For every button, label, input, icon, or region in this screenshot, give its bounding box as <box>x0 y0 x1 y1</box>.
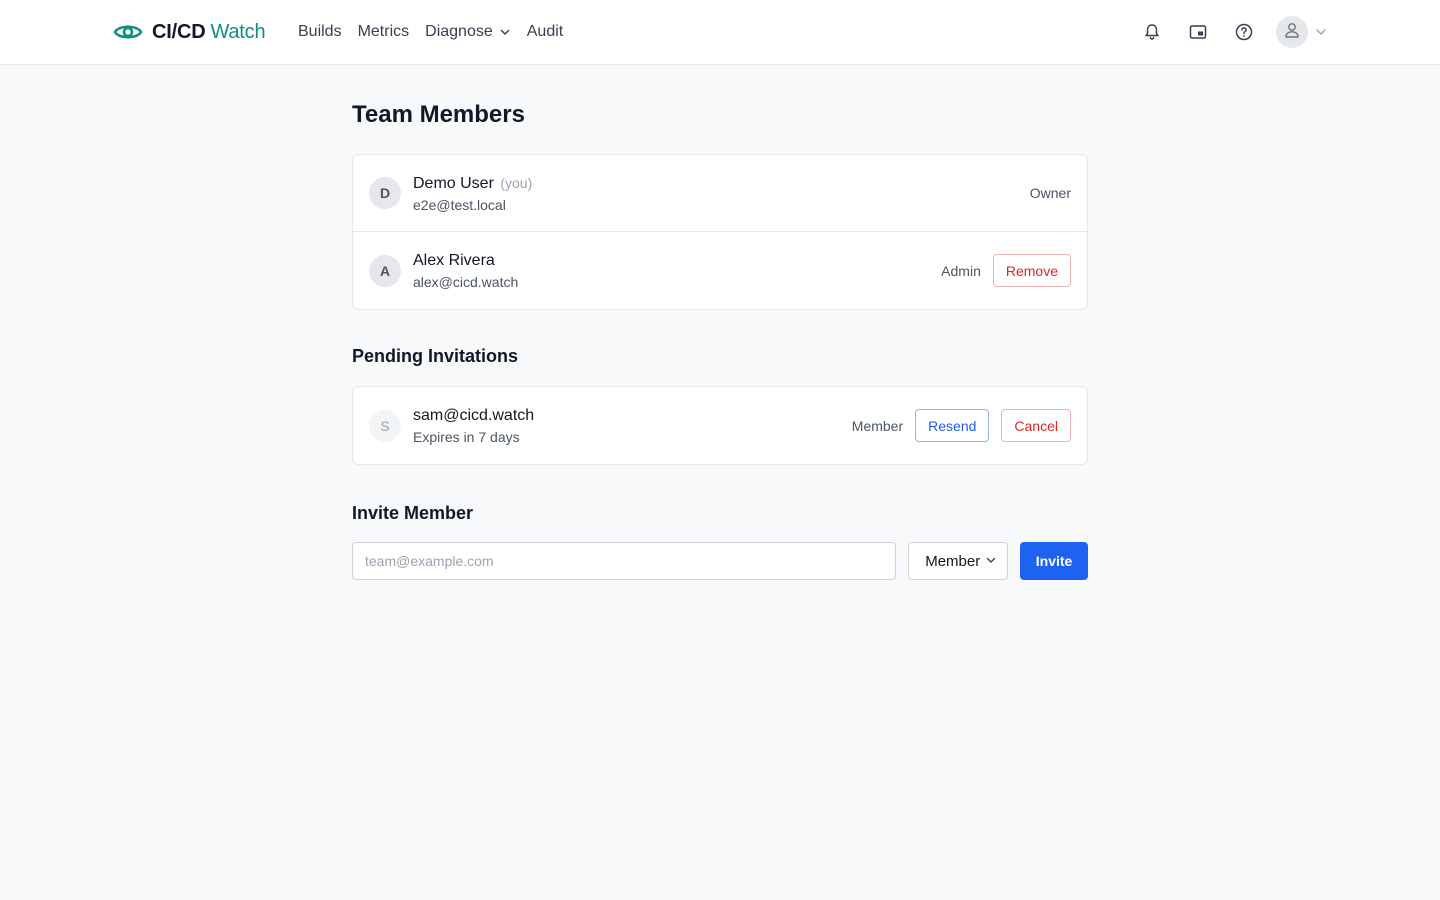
nav-audit-label: Audit <box>526 23 564 40</box>
member-name: Demo User <box>413 174 494 192</box>
brand-name-accent: Watch <box>210 20 266 43</box>
chevron-down-icon <box>1314 25 1328 39</box>
chevron-down-icon <box>499 26 511 38</box>
member-role: Owner <box>1029 185 1071 201</box>
main-content: Team Members D Demo User (you) e2e@test.… <box>352 65 1088 580</box>
remove-member-button[interactable]: Remove <box>992 254 1071 287</box>
picture-in-picture-icon[interactable] <box>1186 20 1210 44</box>
you-tag: (you) <box>500 174 533 191</box>
invitation-info: sam@cicd.watch Expires in 7 days <box>413 406 852 446</box>
member-name: Alex Rivera <box>413 251 495 269</box>
invitation-role: Member <box>851 417 904 434</box>
invite-email-input[interactable] <box>352 542 897 580</box>
invitee-avatar: S <box>369 409 401 442</box>
brand-logo[interactable]: CI/CD Watch <box>113 18 266 46</box>
nav-diagnose-dropdown[interactable]: Diagnose <box>425 23 511 41</box>
page-title: Team Members <box>352 101 525 128</box>
nav-audit[interactable]: Audit <box>527 23 563 41</box>
member-info: Alex Rivera alex@cicd.watch <box>413 251 941 291</box>
member-email: alex@cicd.watch <box>413 273 519 290</box>
chevron-down-icon <box>985 553 997 570</box>
nav-builds[interactable]: Builds <box>298 23 342 41</box>
member-row: D Demo User (you) e2e@test.local Owner <box>353 155 1087 232</box>
avatar <box>1276 16 1308 48</box>
nav-metrics[interactable]: Metrics <box>358 23 410 41</box>
member-role: Admin <box>941 262 981 279</box>
pending-invitations-list: S sam@cicd.watch Expires in 7 days Membe… <box>352 386 1088 465</box>
cancel-invitation-button[interactable]: Cancel <box>1001 409 1071 442</box>
invitation-expiry: Expires in 7 days <box>413 428 520 445</box>
invite-button[interactable]: Invite <box>1020 542 1088 580</box>
user-icon <box>1283 21 1301 44</box>
nav-metrics-label: Metrics <box>357 23 410 40</box>
member-info: Demo User (you) e2e@test.local <box>413 173 1030 214</box>
invite-role-value: Member <box>925 552 981 570</box>
members-list: D Demo User (you) e2e@test.local Owner A… <box>352 154 1088 310</box>
help-icon[interactable] <box>1232 20 1256 44</box>
invite-member-title: Invite Member <box>352 503 474 523</box>
invite-form: Member Invite <box>352 542 1088 580</box>
member-email: e2e@test.local <box>413 196 506 213</box>
nav-builds-label: Builds <box>298 23 342 40</box>
brand-name: CI/CD <box>152 20 206 43</box>
bell-icon[interactable] <box>1140 20 1164 44</box>
invitee-email: sam@cicd.watch <box>413 406 535 424</box>
member-avatar: D <box>369 177 401 209</box>
invitation-row: S sam@cicd.watch Expires in 7 days Membe… <box>353 387 1087 464</box>
user-menu[interactable] <box>1276 16 1328 48</box>
header-actions <box>1118 0 1328 64</box>
main-nav: Builds Metrics Diagnose Audit <box>298 0 563 64</box>
member-avatar: A <box>369 254 401 287</box>
resend-invitation-button[interactable]: Resend <box>915 409 990 442</box>
nav-diagnose-label: Diagnose <box>425 23 493 40</box>
top-navbar: CI/CD Watch Builds Metrics Diagnose Audit <box>0 0 1440 65</box>
member-row: A Alex Rivera alex@cicd.watch Admin Remo… <box>353 232 1087 309</box>
pending-invitations-title: Pending Invitations <box>352 346 519 366</box>
eye-logo-icon <box>113 21 143 43</box>
invite-role-select[interactable]: Member <box>908 542 1009 580</box>
